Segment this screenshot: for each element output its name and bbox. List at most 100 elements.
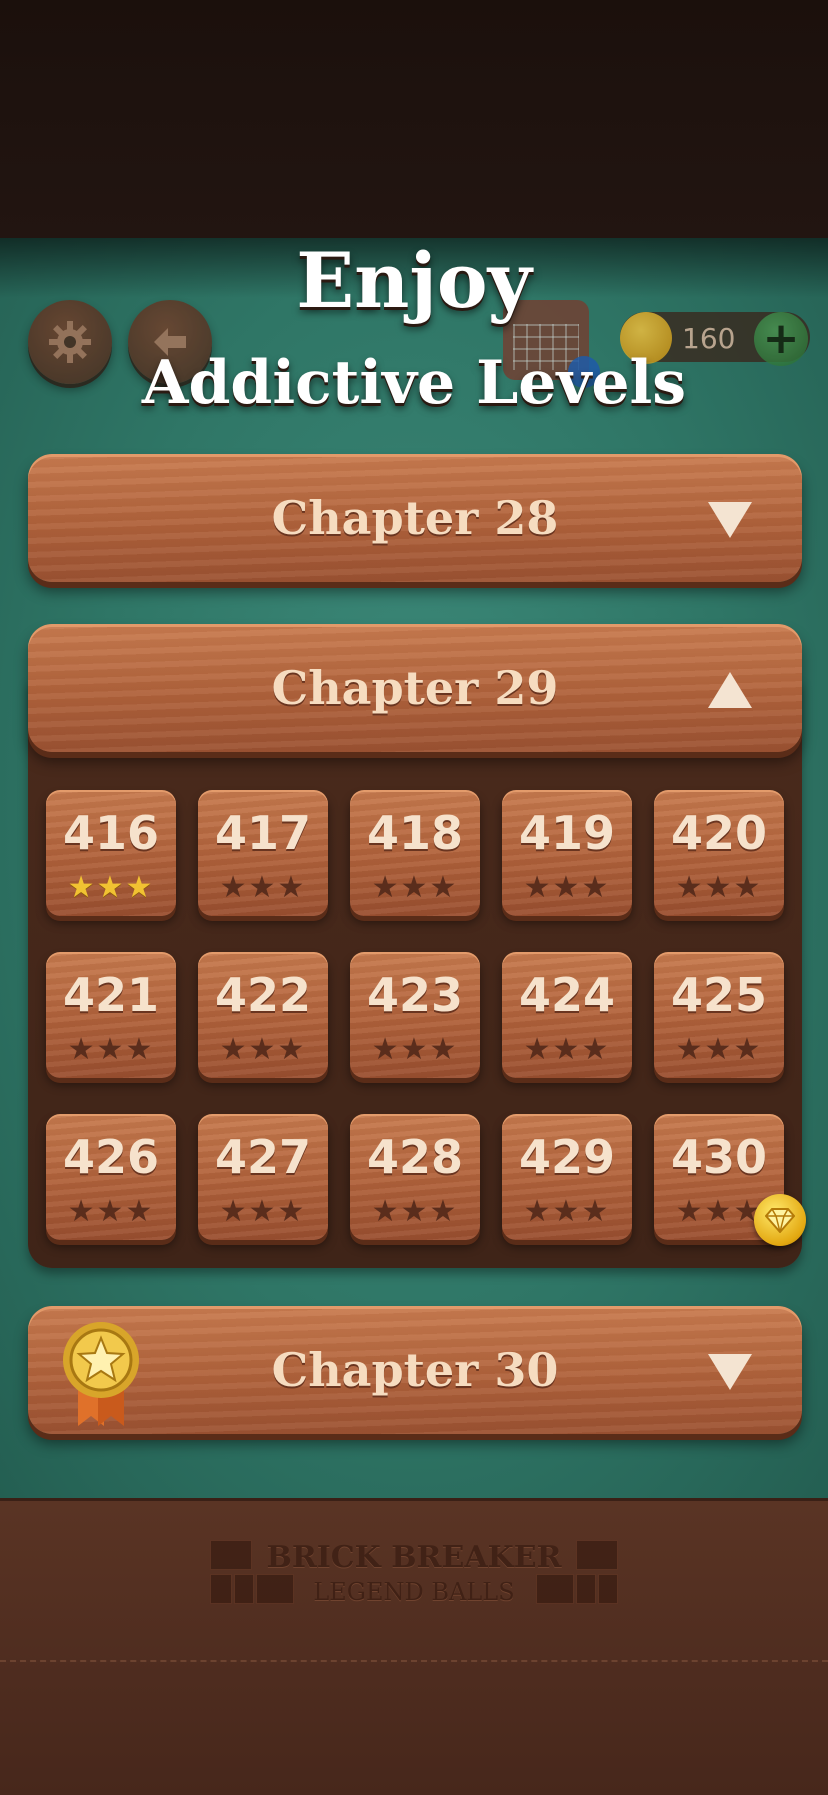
level-number: 430 — [670, 1130, 768, 1184]
star-empty-icon: ★ — [429, 870, 459, 905]
star-empty-icon: ★ — [552, 870, 582, 905]
star-rating: ★★★ — [654, 1034, 784, 1066]
star-empty-icon: ★ — [581, 1194, 611, 1229]
logo-title: BRICK BREAKER — [266, 1540, 562, 1575]
level-number: 427 — [214, 1130, 312, 1184]
level-tile-420[interactable]: 420 ★★★ — [654, 790, 784, 916]
level-tile-429[interactable]: 429 ★★★ — [502, 1114, 632, 1240]
star-empty-icon: ★ — [704, 870, 734, 905]
diamond-icon — [765, 1208, 795, 1233]
star-empty-icon: ★ — [675, 1194, 705, 1229]
level-tile-426[interactable]: 426 ★★★ — [46, 1114, 176, 1240]
star-empty-icon: ★ — [523, 870, 553, 905]
star-rating: ★★★ — [654, 872, 784, 904]
chevron-down-icon — [708, 502, 752, 538]
star-empty-icon: ★ — [96, 1194, 126, 1229]
chapter-30-header[interactable]: Chapter 30 — [28, 1306, 802, 1434]
star-rating: ★★★ — [502, 872, 632, 904]
star-empty-icon: ★ — [96, 1032, 126, 1067]
star-empty-icon: ★ — [248, 1194, 278, 1229]
headline-line2: Addictive Levels — [141, 348, 687, 418]
level-number: 428 — [366, 1130, 464, 1184]
level-tile-418[interactable]: 418 ★★★ — [350, 790, 480, 916]
star-empty-icon: ★ — [429, 1032, 459, 1067]
level-number: 417 — [214, 806, 312, 860]
level-number: 420 — [670, 806, 768, 860]
chevron-up-icon — [708, 672, 752, 708]
chevron-down-icon — [708, 1354, 752, 1390]
star-empty-icon: ★ — [277, 1194, 307, 1229]
level-number: 426 — [62, 1130, 160, 1184]
star-empty-icon: ★ — [277, 870, 307, 905]
star-empty-icon: ★ — [675, 1032, 705, 1067]
level-tile-423[interactable]: 423 ★★★ — [350, 952, 480, 1078]
star-empty-icon: ★ — [581, 870, 611, 905]
star-empty-icon: ★ — [67, 1032, 97, 1067]
star-empty-icon: ★ — [704, 1032, 734, 1067]
star-empty-icon: ★ — [67, 1194, 97, 1229]
star-rating: ★★★ — [502, 1196, 632, 1228]
level-number: 418 — [366, 806, 464, 860]
top-backdrop — [0, 0, 828, 238]
level-tile-417[interactable]: 417 ★★★ — [198, 790, 328, 916]
level-tile-416[interactable]: 416 ★★★ — [46, 790, 176, 916]
star-rating: ★★★ — [46, 1196, 176, 1228]
star-rating: ★★★ — [502, 1034, 632, 1066]
level-tile-424[interactable]: 424 ★★★ — [502, 952, 632, 1078]
level-number: 423 — [366, 968, 464, 1022]
star-empty-icon: ★ — [733, 870, 763, 905]
level-tile-428[interactable]: 428 ★★★ — [350, 1114, 480, 1240]
footer-stitch — [0, 1660, 828, 1662]
star-empty-icon: ★ — [371, 870, 401, 905]
logo-subtitle: LEGEND BALLS — [313, 1578, 515, 1606]
level-tile-419[interactable]: 419 ★★★ — [502, 790, 632, 916]
star-rating: ★★★ — [350, 1196, 480, 1228]
star-empty-icon: ★ — [125, 1032, 155, 1067]
level-number: 424 — [518, 968, 616, 1022]
star-rating: ★★★ — [198, 1196, 328, 1228]
star-filled-icon: ★ — [125, 870, 155, 905]
star-empty-icon: ★ — [400, 1194, 430, 1229]
star-empty-icon: ★ — [675, 870, 705, 905]
star-empty-icon: ★ — [523, 1032, 553, 1067]
diamond-reward-badge — [754, 1194, 806, 1246]
chapter-28-header[interactable]: Chapter 28 — [28, 454, 802, 582]
star-empty-icon: ★ — [429, 1194, 459, 1229]
medal-icon — [63, 1322, 139, 1426]
star-empty-icon: ★ — [581, 1032, 611, 1067]
level-tile-421[interactable]: 421 ★★★ — [46, 952, 176, 1078]
level-number: 416 — [62, 806, 160, 860]
star-empty-icon: ★ — [219, 1194, 249, 1229]
star-empty-icon: ★ — [371, 1194, 401, 1229]
chapter-29-header[interactable]: Chapter 29 — [28, 624, 802, 752]
star-empty-icon: ★ — [400, 1032, 430, 1067]
star-empty-icon: ★ — [125, 1194, 155, 1229]
headline-line1: Enjoy — [296, 236, 532, 325]
level-tile-427[interactable]: 427 ★★★ — [198, 1114, 328, 1240]
level-tile-425[interactable]: 425 ★★★ — [654, 952, 784, 1078]
level-number: 421 — [62, 968, 160, 1022]
star-rating: ★★★ — [46, 1034, 176, 1066]
star-empty-icon: ★ — [219, 1032, 249, 1067]
star-empty-icon: ★ — [552, 1032, 582, 1067]
star-rating: ★★★ — [198, 1034, 328, 1066]
level-tile-422[interactable]: 422 ★★★ — [198, 952, 328, 1078]
star-empty-icon: ★ — [552, 1194, 582, 1229]
star-rating: ★★★ — [350, 1034, 480, 1066]
star-filled-icon: ★ — [67, 870, 97, 905]
level-number: 429 — [518, 1130, 616, 1184]
star-empty-icon: ★ — [277, 1032, 307, 1067]
star-rating: ★★★ — [350, 872, 480, 904]
chapter-title: Chapter 28 — [271, 491, 559, 545]
level-number: 425 — [670, 968, 768, 1022]
level-number: 419 — [518, 806, 616, 860]
star-empty-icon: ★ — [523, 1194, 553, 1229]
star-empty-icon: ★ — [371, 1032, 401, 1067]
star-rating: ★★★ — [46, 872, 176, 904]
star-rating: ★★★ — [198, 872, 328, 904]
star-empty-icon: ★ — [219, 870, 249, 905]
level-number: 422 — [214, 968, 312, 1022]
star-empty-icon: ★ — [733, 1032, 763, 1067]
star-empty-icon: ★ — [248, 1032, 278, 1067]
star-filled-icon: ★ — [96, 870, 126, 905]
